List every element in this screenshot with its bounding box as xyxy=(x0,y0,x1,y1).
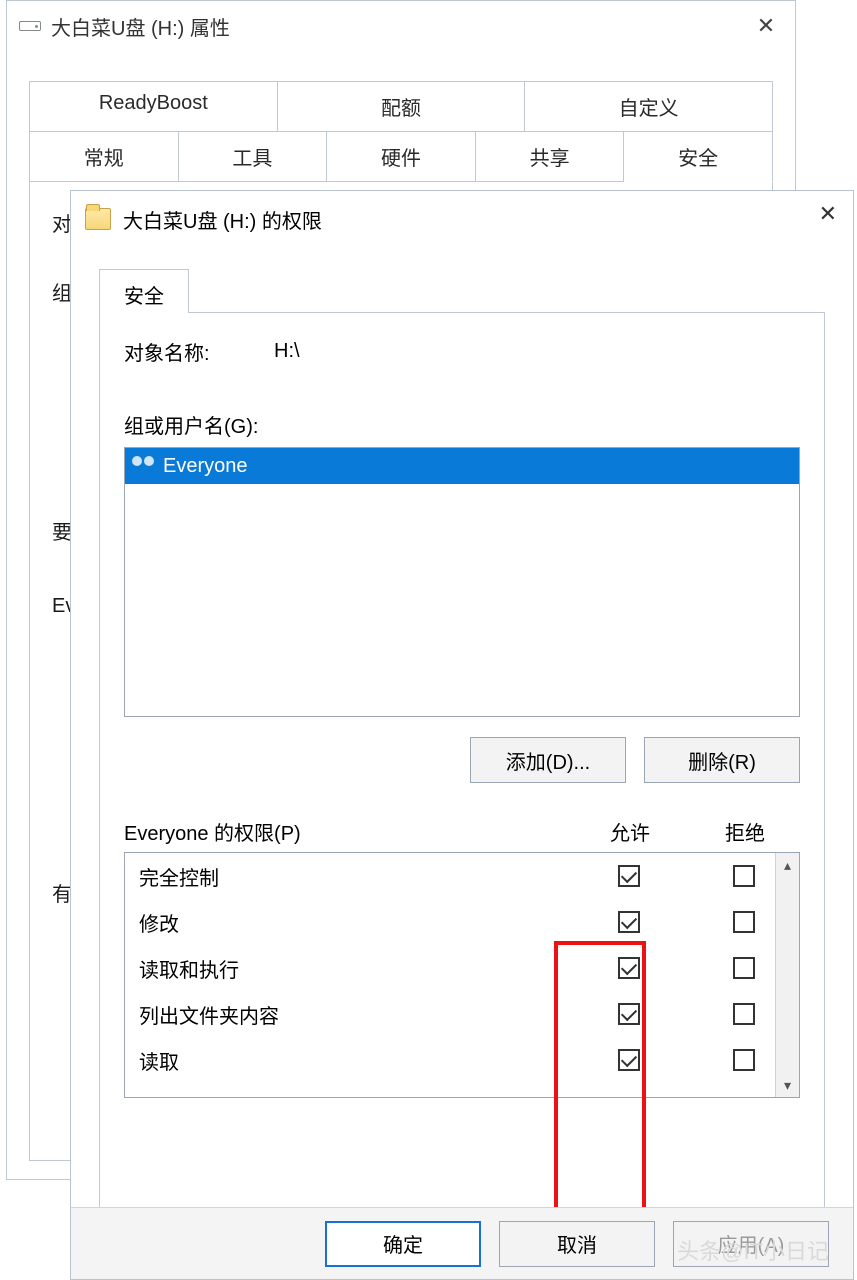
group-users-label: 组或用户名(G): xyxy=(124,410,800,439)
cancel-button[interactable]: 取消 xyxy=(499,1221,655,1267)
permission-row: 修改 xyxy=(125,899,799,945)
users-icon xyxy=(131,456,155,476)
permission-name: 完全控制 xyxy=(139,862,569,891)
allow-cell xyxy=(569,911,689,933)
tabs-row-top: ReadyBoost 配额 自定义 xyxy=(29,81,773,131)
tab-sharing[interactable]: 共享 xyxy=(476,131,625,182)
permission-row: 读取和执行 xyxy=(125,945,799,991)
apply-button[interactable]: 应用(A) xyxy=(673,1221,829,1267)
list-item-label: Everyone xyxy=(163,455,248,478)
allow-checkbox[interactable] xyxy=(618,911,640,933)
deny-checkbox[interactable] xyxy=(733,865,755,887)
permission-name: 修改 xyxy=(139,908,569,937)
add-button[interactable]: 添加(D)... xyxy=(470,737,626,783)
permissions-header-left: Everyone 的权限(P) xyxy=(124,817,570,846)
tab-security[interactable]: 安全 xyxy=(624,131,773,182)
tab-readyboost[interactable]: ReadyBoost xyxy=(29,81,278,131)
ok-button[interactable]: 确定 xyxy=(325,1221,481,1267)
users-listbox[interactable]: Everyone xyxy=(124,447,800,717)
permission-name: 列出文件夹内容 xyxy=(139,1000,569,1029)
permission-row: 读取 xyxy=(125,1037,799,1083)
close-button[interactable]: ✕ xyxy=(749,9,783,43)
tab-hardware[interactable]: 硬件 xyxy=(327,131,476,182)
tab-quota[interactable]: 配额 xyxy=(278,81,526,131)
scrollbar[interactable]: ▴ ▾ xyxy=(775,853,799,1097)
list-item[interactable]: Everyone xyxy=(125,448,799,484)
close-icon: ✕ xyxy=(757,15,775,37)
deny-checkbox[interactable] xyxy=(733,1049,755,1071)
deny-checkbox[interactable] xyxy=(733,911,755,933)
tab-general[interactable]: 常规 xyxy=(29,131,179,182)
permissions-listbox: 完全控制修改读取和执行列出文件夹内容读取 ▴ ▾ xyxy=(124,852,800,1098)
allow-cell xyxy=(569,1003,689,1025)
scroll-down-icon[interactable]: ▾ xyxy=(776,1073,799,1097)
titlebar[interactable]: 大白菜U盘 (H:) 的权限 ✕ xyxy=(71,191,853,247)
close-button[interactable]: ✕ xyxy=(819,203,837,227)
permission-row: 完全控制 xyxy=(125,853,799,899)
object-name-row: 对象名称: H:\ xyxy=(124,337,800,366)
drive-icon xyxy=(19,21,41,31)
folder-icon xyxy=(85,208,111,230)
window-title: 大白菜U盘 (H:) 属性 xyxy=(51,12,230,41)
dialog-button-row: 确定 取消 应用(A) xyxy=(71,1207,853,1279)
remove-button[interactable]: 删除(R) xyxy=(644,737,800,783)
column-deny: 拒绝 xyxy=(690,817,800,846)
tab-custom[interactable]: 自定义 xyxy=(525,81,773,131)
permission-name: 读取和执行 xyxy=(139,954,569,983)
tabs-row-bottom: 常规 工具 硬件 共享 安全 xyxy=(29,131,773,182)
allow-checkbox[interactable] xyxy=(618,1003,640,1025)
close-icon: ✕ xyxy=(819,201,837,226)
permission-row: 列出文件夹内容 xyxy=(125,991,799,1037)
column-allow: 允许 xyxy=(570,817,690,846)
tab-security[interactable]: 安全 xyxy=(99,269,189,313)
deny-checkbox[interactable] xyxy=(733,1003,755,1025)
object-name-value: H:\ xyxy=(274,340,300,363)
allow-cell xyxy=(569,957,689,979)
allow-checkbox[interactable] xyxy=(618,1049,640,1071)
permissions-header: Everyone 的权限(P) 允许 拒绝 xyxy=(124,817,800,846)
allow-checkbox[interactable] xyxy=(618,865,640,887)
window-title: 大白菜U盘 (H:) 的权限 xyxy=(123,205,322,234)
deny-checkbox[interactable] xyxy=(733,957,755,979)
titlebar[interactable]: 大白菜U盘 (H:) 属性 ✕ xyxy=(7,1,795,51)
tab-strip-rest xyxy=(189,269,825,313)
allow-checkbox[interactable] xyxy=(618,957,640,979)
allow-cell xyxy=(569,1049,689,1071)
allow-cell xyxy=(569,865,689,887)
security-panel: 对象名称: H:\ 组或用户名(G): Everyone 添加(D)... 删除… xyxy=(99,313,825,1213)
permission-name: 读取 xyxy=(139,1046,569,1075)
tab-tools[interactable]: 工具 xyxy=(179,131,328,182)
object-name-label: 对象名称: xyxy=(124,337,274,366)
dialog-body: 安全 对象名称: H:\ 组或用户名(G): Everyone 添加(D)...… xyxy=(71,247,853,1279)
add-remove-row: 添加(D)... 删除(R) xyxy=(124,737,800,783)
sub-tabs: 安全 xyxy=(99,269,825,313)
scroll-up-icon[interactable]: ▴ xyxy=(776,853,799,877)
permissions-window: 大白菜U盘 (H:) 的权限 ✕ 安全 对象名称: H:\ 组或用户名(G): … xyxy=(70,190,854,1280)
